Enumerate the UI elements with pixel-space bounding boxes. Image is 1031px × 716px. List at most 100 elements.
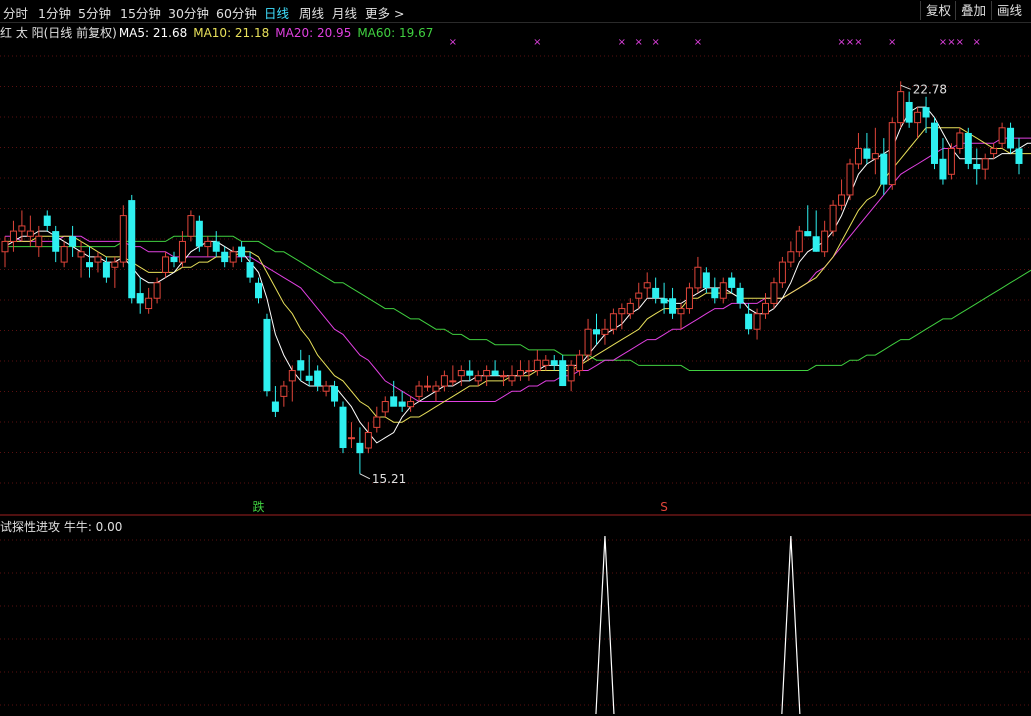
candle-body-up — [871, 153, 879, 160]
candle-body-down — [263, 318, 271, 392]
candle-body-up — [576, 354, 584, 372]
candle-body-down — [246, 262, 254, 278]
ma20-line — [5, 137, 1031, 402]
candle-body-up — [1, 240, 9, 253]
candle-body-down — [711, 287, 719, 299]
candle-body-up — [508, 375, 516, 382]
indicator-spike — [595, 535, 615, 715]
candle-body-up — [26, 230, 34, 237]
candle-body-up — [381, 401, 389, 413]
high-price-label: 22.78 — [913, 82, 947, 96]
candle-body-down — [339, 406, 347, 449]
candle-body-down — [922, 107, 930, 118]
candle-body-up — [609, 313, 617, 330]
candle-body-down — [964, 132, 972, 164]
high-pointer — [900, 84, 911, 90]
candle-body-down — [255, 282, 262, 299]
x-marker: × — [533, 37, 541, 48]
candle-body-down — [297, 360, 305, 371]
candle-body-down — [880, 153, 888, 185]
candle-body-down — [52, 231, 60, 252]
candle-body-up — [474, 375, 482, 382]
candle-body-up — [956, 132, 964, 149]
candle-body-up — [762, 302, 769, 315]
candle-body-up — [111, 261, 119, 268]
candle-body-up — [322, 385, 330, 392]
candle-body-up — [914, 111, 922, 124]
candle-body-up — [153, 282, 161, 299]
candle-body-down — [238, 246, 246, 257]
x-marker: × — [973, 37, 981, 48]
candle-body-down — [939, 158, 947, 180]
candle-body-down — [550, 360, 558, 366]
x-marker: × — [956, 37, 964, 48]
candle-body-up — [947, 147, 955, 175]
candle-body-down — [652, 287, 660, 299]
candle-body-up — [990, 147, 998, 155]
candle-body-down — [931, 122, 938, 164]
candle-body-down — [593, 329, 600, 335]
x-marker: × — [939, 37, 947, 48]
ma10-line — [5, 127, 1031, 423]
candle-body-up — [457, 370, 465, 377]
candle-body-up — [626, 302, 634, 315]
candle-body-down — [728, 277, 736, 288]
candle-body-up — [347, 437, 355, 440]
candle-body-up — [500, 375, 508, 378]
candle-body-down — [195, 220, 203, 247]
kline-chart[interactable]: 22.7815.21× × × × × × × × × × × × × ×跌 S — [0, 0, 1031, 716]
candle-body-up — [753, 313, 761, 330]
candle-body-down — [136, 293, 144, 304]
candle-body-up — [567, 364, 575, 382]
candle-body-up — [618, 308, 626, 315]
indicator-spike — [781, 535, 801, 715]
candle-body-down — [559, 360, 567, 387]
candle-body-up — [854, 147, 862, 165]
candle-body-up — [440, 375, 448, 387]
x-marker: × — [888, 37, 896, 48]
candle-body-up — [846, 163, 854, 196]
candle-body-down — [305, 375, 313, 381]
signal-label: 跌 — [252, 499, 264, 514]
ma60-line — [5, 235, 1031, 371]
candle-body-down — [863, 148, 871, 159]
candle-body-up — [685, 287, 693, 310]
candle-body-up — [829, 204, 837, 232]
candle-body-up — [998, 127, 1006, 144]
candle-body-up — [145, 297, 153, 310]
candle-body-down — [86, 262, 93, 268]
candle-body-up — [643, 282, 651, 289]
candle-body-down — [43, 215, 51, 226]
candle-body-up — [719, 282, 727, 299]
candle-body-up — [280, 385, 288, 397]
candle-body-down — [170, 256, 178, 263]
candle-body-down — [69, 236, 77, 247]
candle-body-up — [424, 385, 431, 388]
candle-body-up — [516, 370, 524, 377]
candle-body-up — [18, 225, 26, 232]
candle-body-up — [795, 230, 803, 253]
x-marker: × — [618, 37, 626, 48]
candle-body-down — [314, 370, 322, 387]
candle-body-up — [694, 266, 702, 289]
candle-body-down — [660, 298, 668, 304]
candle-body-down — [271, 401, 279, 412]
x-marker: × — [449, 37, 457, 48]
low-price-label: 15.21 — [372, 472, 406, 486]
candle-body-up — [483, 370, 491, 377]
candle-body-up — [119, 215, 127, 263]
candle-body-down — [1015, 148, 1023, 164]
candle-body-up — [584, 328, 592, 356]
candle-body-up — [897, 91, 905, 124]
candle-body-up — [94, 256, 102, 263]
candle-body-up — [778, 261, 786, 284]
candle-body-up — [542, 359, 550, 366]
candle-body-down — [905, 101, 913, 123]
x-marker: × — [846, 37, 854, 48]
x-marker: × — [854, 37, 862, 48]
candle-body-up — [77, 251, 85, 258]
candle-body-down — [128, 200, 136, 299]
candle-body-down — [212, 241, 220, 252]
candle-body-up — [288, 370, 296, 382]
candle-body-up — [770, 282, 778, 304]
